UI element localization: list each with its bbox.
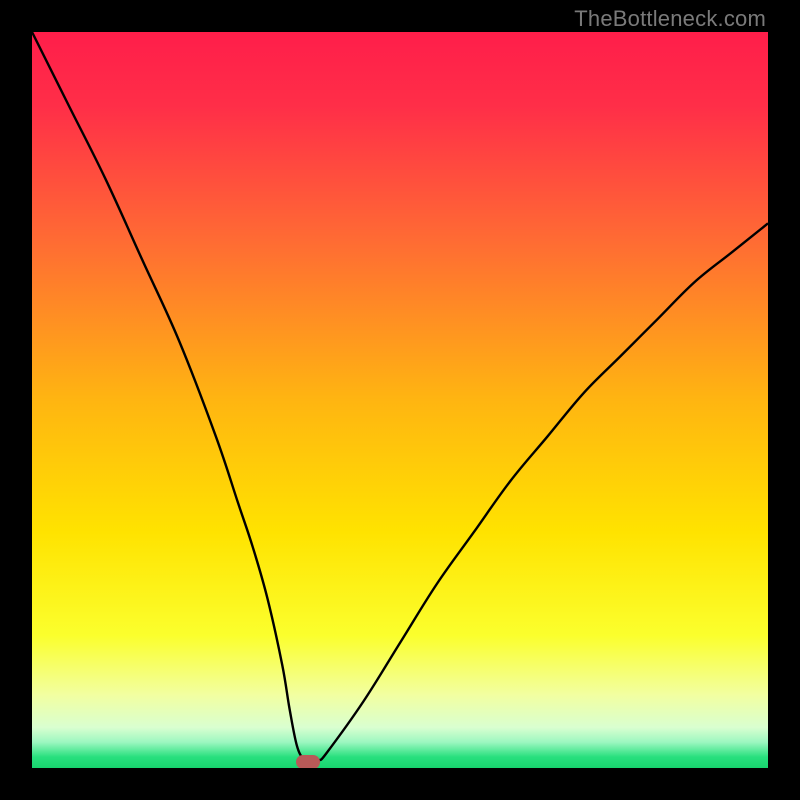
watermark-text: TheBottleneck.com — [574, 6, 766, 32]
chart-frame: TheBottleneck.com — [0, 0, 800, 800]
bottleneck-curve — [32, 32, 768, 768]
plot-area — [32, 32, 768, 768]
optimal-marker — [296, 755, 320, 768]
curve-layer — [32, 32, 768, 768]
